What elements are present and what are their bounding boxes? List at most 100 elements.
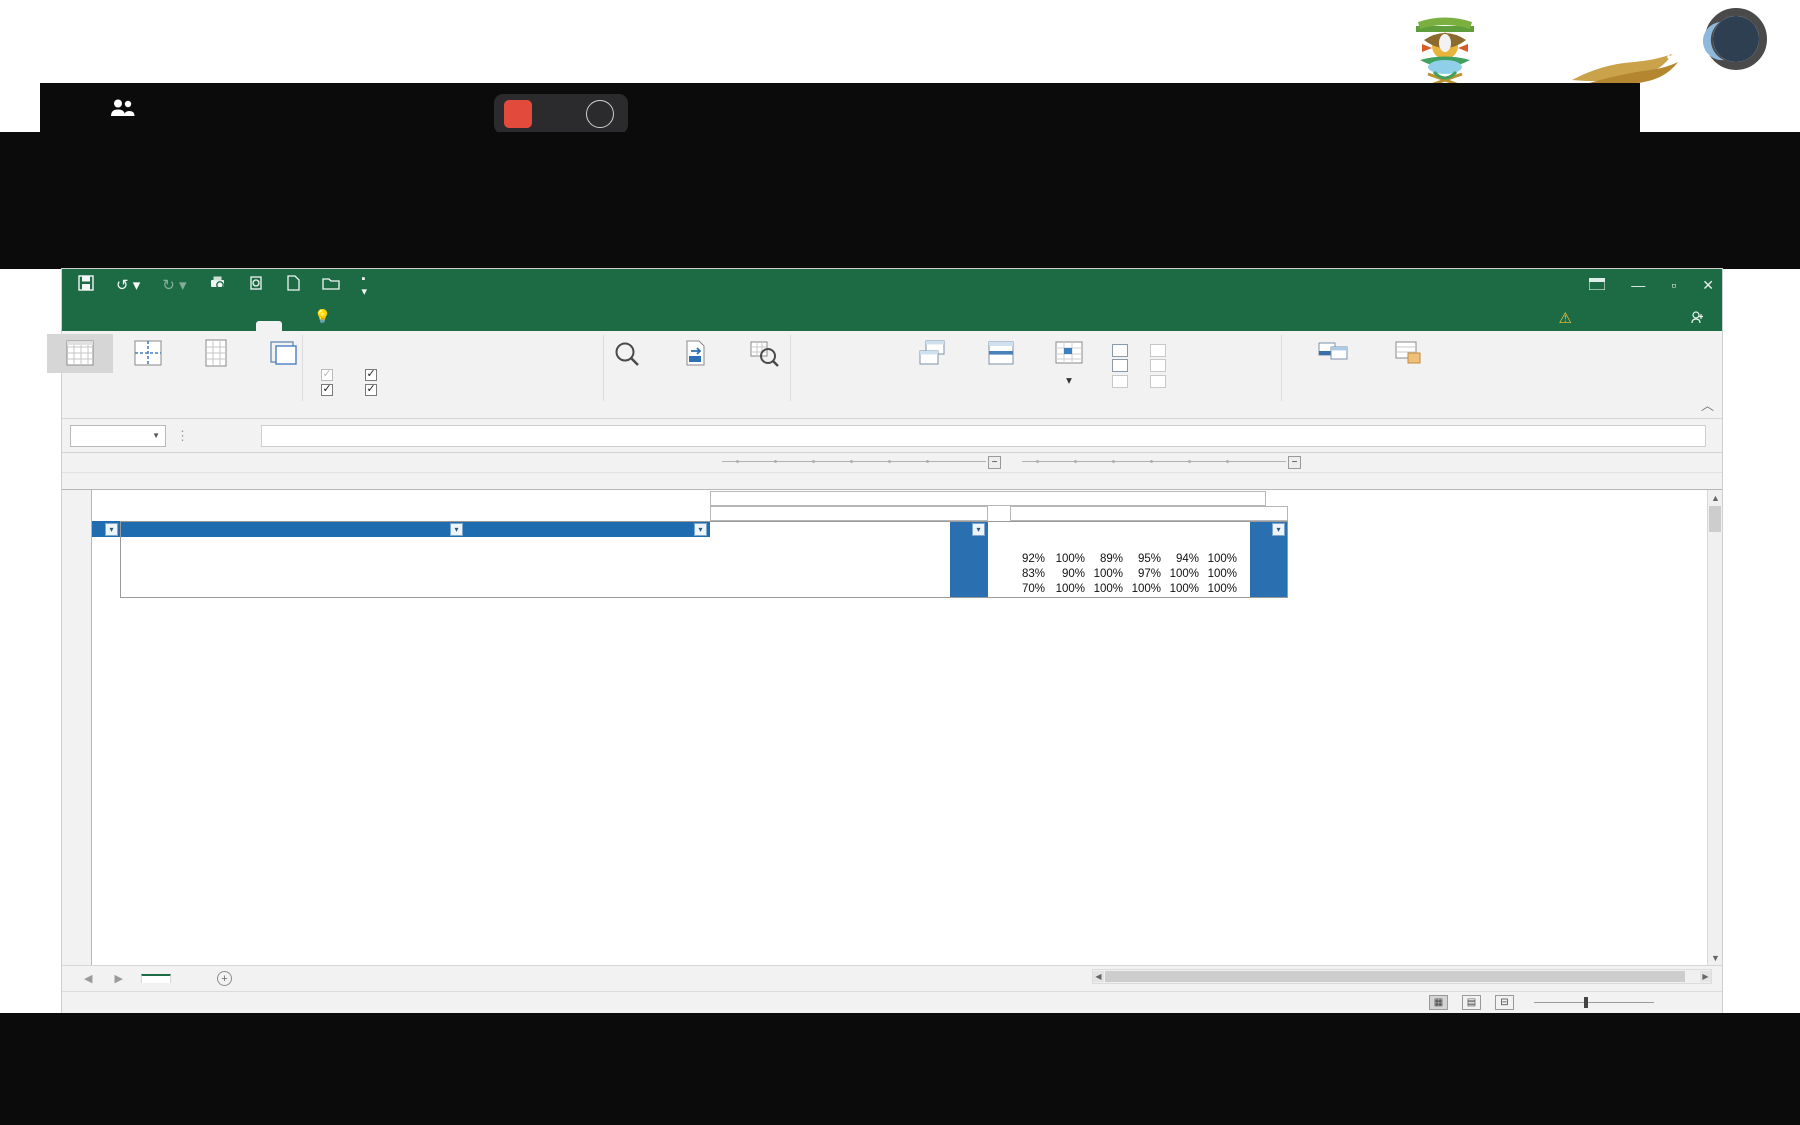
new-file-icon[interactable] (286, 275, 300, 295)
btn-ver-salt-pag[interactable] (115, 334, 181, 373)
new-window-icon (916, 339, 950, 371)
checkbox-barra-de-formulas[interactable] (365, 367, 383, 381)
quick-print-icon[interactable] (248, 275, 264, 295)
tab-archivo[interactable] (74, 321, 100, 331)
sheet-next-icon[interactable]: ▶ (114, 972, 122, 985)
cell-semestre-2[interactable] (1010, 506, 1288, 521)
tab-diseno-de-pagina[interactable] (152, 321, 178, 331)
meeting-people-icon (110, 98, 136, 118)
logo-group (1408, 6, 1782, 94)
tab-vista[interactable] (256, 321, 282, 331)
customize-qat-icon[interactable]: ▪ ▾ (362, 273, 368, 298)
zoom-thumb[interactable] (1584, 997, 1588, 1008)
close-icon[interactable]: ✕ (1702, 277, 1714, 294)
btn-normal[interactable] (47, 334, 113, 373)
spreadsheet-grid[interactable]: 1 ▾ ▾ ▾ 92%100%89%95%94%100%94%83%90%100… (62, 473, 1722, 965)
ribbon-group-vistas-de-libro (47, 331, 302, 419)
page-layout-icon[interactable]: ▤ (1462, 995, 1481, 1010)
horizontal-scroll-thumb[interactable] (1105, 971, 1685, 982)
tab-datos[interactable] (204, 321, 230, 331)
sharer-initials-badge (504, 100, 532, 128)
filter-dropdown-a[interactable]: ▾ (105, 523, 118, 536)
btn-nueva-ventana[interactable] (900, 334, 966, 373)
name-box[interactable]: ▼ (70, 424, 166, 447)
macros-icon (1391, 339, 1425, 371)
sheet-prev-icon[interactable]: ◀ (84, 972, 92, 985)
tab-acrobat[interactable] (282, 321, 308, 331)
split-icon (1112, 343, 1128, 357)
sheet-tab-2024-2025[interactable] (171, 975, 199, 982)
horizontal-scrollbar[interactable]: ◀ ▶ (1092, 969, 1712, 984)
sheet-tab-2023-2024[interactable] (140, 974, 171, 983)
formula-input[interactable] (261, 424, 1706, 447)
scroll-left-icon[interactable]: ◀ (1093, 971, 1104, 982)
cell-objetivo[interactable] (710, 491, 1266, 506)
tab-formulas[interactable] (178, 321, 204, 331)
btn-inmovilizar[interactable]: ▾ (1036, 334, 1102, 387)
btn-ampliar-seleccion[interactable] (730, 334, 800, 373)
branding-band (0, 0, 1800, 96)
tab-inicio[interactable] (100, 321, 126, 331)
status-bar-right: ▦ ▤ ⊟ (1429, 995, 1714, 1010)
page-break-icon[interactable]: ⊟ (1495, 995, 1514, 1010)
reset-window-position-icon (1150, 374, 1166, 388)
save-icon[interactable] (78, 275, 94, 295)
print-preview-icon[interactable] (209, 275, 226, 295)
maximize-icon[interactable]: ▫ (1671, 277, 1676, 293)
normal-view-icon[interactable]: ▦ (1429, 995, 1448, 1010)
eagle-icon (1570, 48, 1680, 88)
warning-icon[interactable]: ⚠ (1559, 309, 1572, 327)
uas-crest-icon (1408, 10, 1482, 90)
checkbox-lineas-de-cuadricula[interactable] (321, 382, 339, 396)
screen-share-indicator[interactable] (494, 94, 628, 134)
btn-organizar-todo[interactable] (968, 334, 1034, 373)
formula-bar: ▼ ⋮ (62, 419, 1722, 453)
tell-me-box[interactable]: 💡 (308, 305, 345, 331)
share-more-options-icon[interactable] (586, 100, 614, 128)
zoom-header (0, 83, 1800, 132)
btn-diseno-de-pagina[interactable] (183, 334, 249, 373)
undo-icon[interactable]: ↺ ▾ (116, 276, 140, 294)
btn-macros[interactable] (1375, 334, 1441, 373)
stray-cell-value[interactable] (1124, 759, 1162, 774)
zoom-track[interactable] (1534, 997, 1654, 1008)
btn-inmovilizar-caret[interactable]: ▾ (1066, 375, 1072, 387)
add-sheet-button[interactable]: + (216, 971, 232, 986)
page-break-preview-icon (131, 339, 165, 371)
zoom-slider[interactable] (1528, 997, 1660, 1008)
btn-zoom[interactable] (594, 334, 660, 373)
minimize-icon[interactable]: — (1631, 277, 1645, 293)
scroll-up-icon[interactable]: ▲ (1708, 490, 1722, 505)
share-button[interactable] (1691, 311, 1712, 327)
open-folder-icon[interactable] (321, 276, 340, 295)
tab-revisar[interactable] (230, 321, 256, 331)
table-range-border (120, 521, 1288, 598)
scroll-down-icon[interactable]: ▼ (1708, 950, 1722, 965)
redo-icon[interactable]: ↻ ▾ (162, 276, 186, 294)
chevron-down-icon[interactable]: ▼ (152, 431, 160, 440)
page-layout-icon (199, 339, 233, 371)
outline-collapse-1[interactable]: − (988, 456, 1001, 469)
cell-semestre-1[interactable] (710, 506, 988, 521)
row-headers (62, 490, 92, 965)
sheet-nav-arrows[interactable]: ◀ ▶ (62, 972, 141, 985)
ribbon-group-macros (1282, 331, 1452, 419)
unhide-icon (1112, 374, 1128, 388)
collapse-ribbon-icon[interactable]: ︿ (1701, 395, 1714, 414)
checkbox-encabezados[interactable] (365, 382, 383, 396)
vertical-scrollbar[interactable]: ▲ ▼ (1707, 490, 1722, 965)
btn-zoom-100[interactable] (662, 334, 728, 373)
tab-insertar[interactable] (126, 321, 152, 331)
checkbox-regla[interactable] (321, 367, 339, 381)
ribbon-group-ventana: ▾ (791, 331, 1281, 419)
freeze-panes-icon (1052, 339, 1086, 371)
btn-dividir[interactable] (1112, 343, 1134, 357)
vertical-scroll-thumb[interactable] (1709, 506, 1721, 532)
scroll-right-icon[interactable]: ▶ (1700, 971, 1711, 982)
btn-ocultar[interactable] (1112, 359, 1134, 372)
btn-restablecer-posicion (1150, 374, 1172, 388)
share-person-icon (1691, 311, 1705, 327)
btn-cambiar-ventanas[interactable] (1293, 334, 1371, 373)
ribbon-display-options-icon[interactable] (1588, 277, 1606, 293)
outline-collapse-2[interactable]: − (1288, 456, 1301, 469)
